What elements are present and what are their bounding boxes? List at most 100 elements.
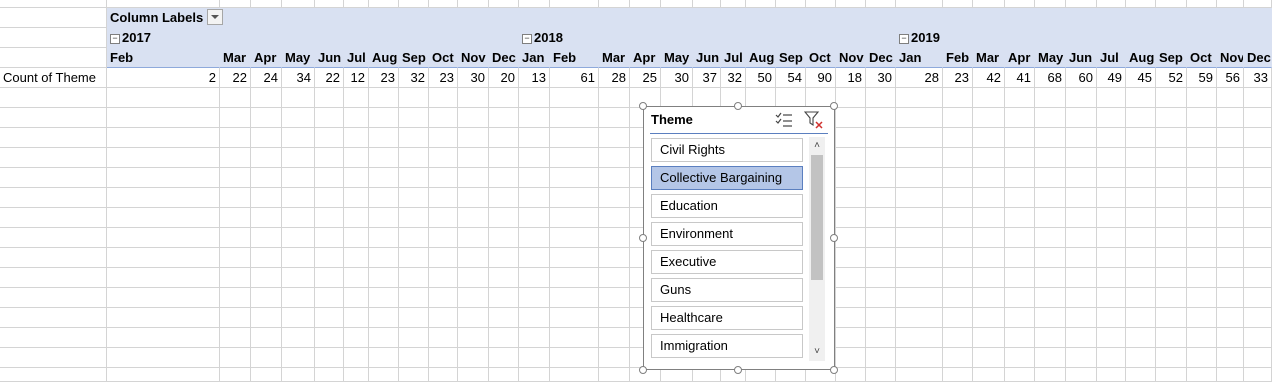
grid-cell[interactable] xyxy=(315,88,344,108)
grid-cell[interactable] xyxy=(399,348,429,368)
grid-cell[interactable] xyxy=(943,248,973,268)
grid-cell[interactable] xyxy=(776,368,806,382)
grid-cell[interactable] xyxy=(836,88,866,108)
grid-cell[interactable] xyxy=(429,168,458,188)
grid-cell[interactable] xyxy=(220,288,251,308)
grid-cell[interactable] xyxy=(599,88,630,108)
month-header[interactable]: May xyxy=(661,48,693,68)
grid-cell[interactable] xyxy=(866,348,896,368)
grid-cell[interactable] xyxy=(973,228,1005,248)
grid-cell[interactable] xyxy=(315,348,344,368)
month-header[interactable]: Oct xyxy=(806,48,836,68)
grid-cell[interactable] xyxy=(693,368,721,382)
grid-cell[interactable] xyxy=(282,168,315,188)
scroll-down-icon[interactable]: ˅ xyxy=(811,346,823,358)
grid-cell[interactable] xyxy=(458,268,489,288)
grid-cell[interactable] xyxy=(489,108,519,128)
grid-cell[interactable] xyxy=(943,0,973,8)
grid-cell[interactable] xyxy=(1035,128,1066,148)
grid-cell[interactable] xyxy=(1244,308,1272,328)
grid-cell[interactable] xyxy=(315,268,344,288)
grid-cell[interactable] xyxy=(896,148,943,168)
grid-cell[interactable] xyxy=(489,308,519,328)
grid-cell[interactable] xyxy=(943,328,973,348)
grid-cell[interactable] xyxy=(519,0,550,8)
grid-cell[interactable] xyxy=(489,268,519,288)
grid-cell[interactable] xyxy=(282,108,315,128)
grid-cell[interactable] xyxy=(0,168,107,188)
grid-cell[interactable] xyxy=(1126,188,1156,208)
grid-cell[interactable] xyxy=(1097,328,1126,348)
grid-cell[interactable] xyxy=(1126,88,1156,108)
grid-cell[interactable] xyxy=(220,248,251,268)
grid-cell[interactable] xyxy=(866,168,896,188)
grid-cell[interactable] xyxy=(220,308,251,328)
grid-cell[interactable] xyxy=(550,208,599,228)
grid-cell[interactable] xyxy=(0,328,107,348)
grid-cell[interactable] xyxy=(519,288,550,308)
grid-cell[interactable] xyxy=(1126,208,1156,228)
grid-cell[interactable] xyxy=(1005,268,1035,288)
grid-cell[interactable] xyxy=(315,108,344,128)
grid-cell[interactable] xyxy=(344,88,369,108)
grid-cell[interactable] xyxy=(1066,0,1097,8)
grid-cell[interactable] xyxy=(220,148,251,168)
value-cell[interactable]: 2 xyxy=(107,68,220,88)
year-header-2019[interactable]: −2019 xyxy=(896,28,1096,48)
grid-cell[interactable] xyxy=(943,168,973,188)
grid-cell[interactable] xyxy=(282,188,315,208)
grid-cell[interactable] xyxy=(429,308,458,328)
month-header[interactable]: Jul xyxy=(721,48,746,68)
grid-cell[interactable] xyxy=(458,148,489,168)
grid-cell[interactable] xyxy=(344,148,369,168)
grid-cell[interactable] xyxy=(1126,288,1156,308)
grid-cell[interactable] xyxy=(1035,228,1066,248)
grid-cell[interactable] xyxy=(1035,288,1066,308)
grid-cell[interactable] xyxy=(251,188,282,208)
grid-cell[interactable] xyxy=(1066,328,1097,348)
value-cell[interactable]: 52 xyxy=(1156,68,1187,88)
grid-cell[interactable] xyxy=(0,8,107,28)
grid-cell[interactable] xyxy=(1066,228,1097,248)
grid-cell[interactable] xyxy=(1156,368,1187,382)
value-cell[interactable]: 41 xyxy=(1005,68,1035,88)
value-cell[interactable]: 28 xyxy=(896,68,943,88)
grid-cell[interactable] xyxy=(282,368,315,382)
grid-cell[interactable] xyxy=(429,348,458,368)
month-header[interactable]: Jan xyxy=(519,48,550,68)
grid-cell[interactable] xyxy=(1126,308,1156,328)
grid-cell[interactable] xyxy=(661,0,693,8)
grid-cell[interactable] xyxy=(1187,208,1217,228)
grid-cell[interactable] xyxy=(429,188,458,208)
grid-cell[interactable] xyxy=(866,328,896,348)
grid-cell[interactable] xyxy=(344,348,369,368)
grid-cell[interactable] xyxy=(836,128,866,148)
grid-cell[interactable] xyxy=(519,108,550,128)
grid-cell[interactable] xyxy=(943,88,973,108)
grid-cell[interactable] xyxy=(1005,128,1035,148)
grid-cell[interactable] xyxy=(282,88,315,108)
scrollbar-thumb[interactable] xyxy=(811,155,823,280)
grid-cell[interactable] xyxy=(282,128,315,148)
value-cell[interactable]: 32 xyxy=(399,68,429,88)
grid-cell[interactable] xyxy=(693,88,721,108)
grid-cell[interactable] xyxy=(1244,288,1272,308)
grid-cell[interactable] xyxy=(344,208,369,228)
grid-cell[interactable] xyxy=(282,248,315,268)
grid-cell[interactable] xyxy=(399,268,429,288)
grid-cell[interactable] xyxy=(1217,168,1244,188)
grid-cell[interactable] xyxy=(1244,348,1272,368)
month-header[interactable]: Jul xyxy=(1097,48,1126,68)
grid-cell[interactable] xyxy=(399,228,429,248)
grid-cell[interactable] xyxy=(251,148,282,168)
grid-cell[interactable] xyxy=(1126,328,1156,348)
grid-cell[interactable] xyxy=(1217,368,1244,382)
grid-cell[interactable] xyxy=(550,128,599,148)
value-cell[interactable]: 32 xyxy=(721,68,746,88)
grid-cell[interactable] xyxy=(1187,228,1217,248)
grid-cell[interactable] xyxy=(896,108,943,128)
value-cell[interactable]: 50 xyxy=(746,68,776,88)
grid-cell[interactable] xyxy=(1097,168,1126,188)
month-header[interactable]: Mar xyxy=(220,48,251,68)
grid-cell[interactable] xyxy=(943,268,973,288)
